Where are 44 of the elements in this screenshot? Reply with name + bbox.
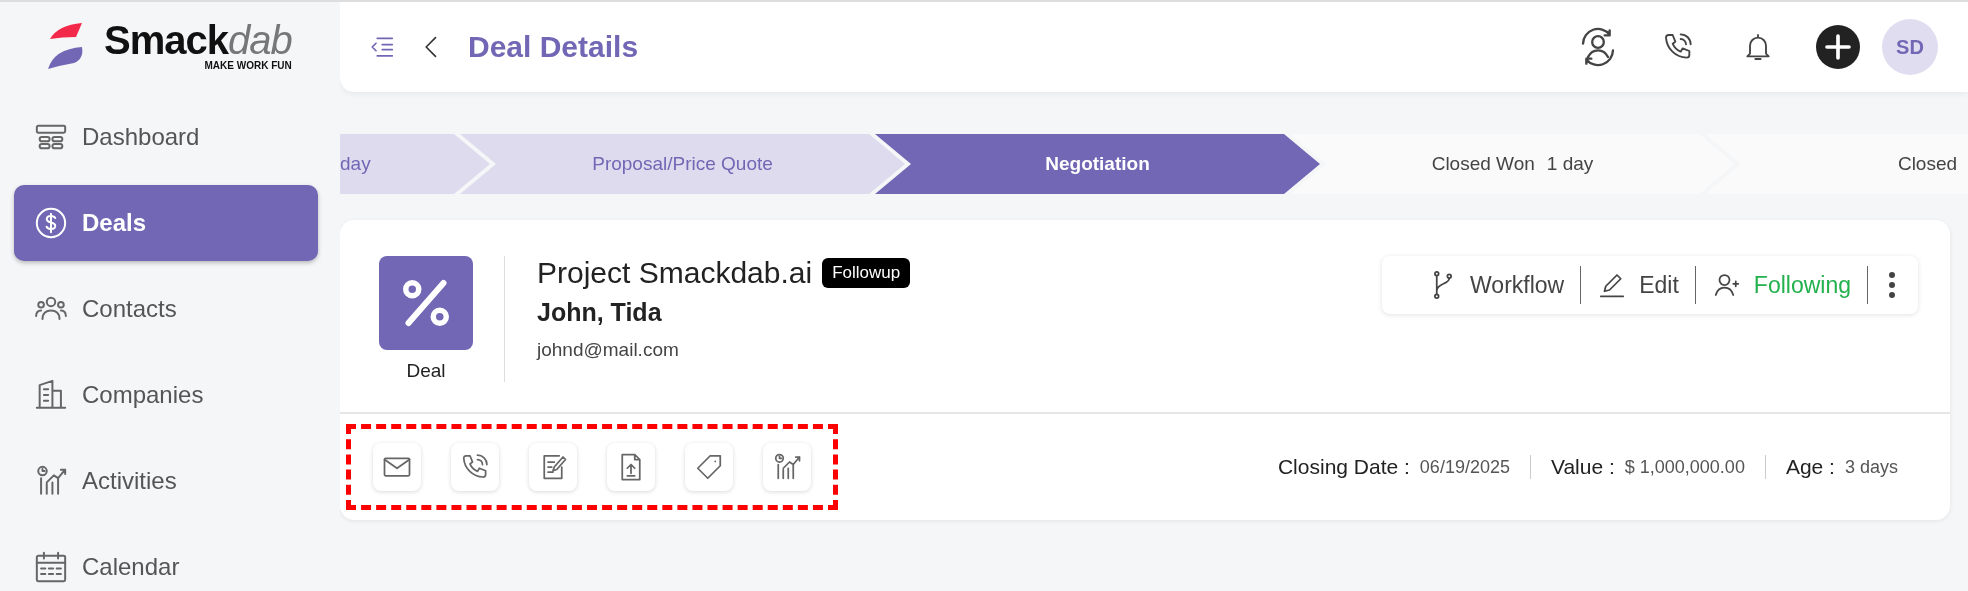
sidebar-item[interactable]: Companies [14, 357, 318, 433]
contact-email: johnd@mail.com [537, 339, 680, 361]
quick-action-button[interactable] [685, 443, 733, 491]
sidebar-item[interactable]: Calendar [14, 529, 318, 591]
pipeline-stage[interactable]: Proposal/Price Quote [460, 134, 905, 194]
pipeline-stage[interactable]: Negotiation [875, 134, 1320, 194]
deals-icon [34, 206, 68, 240]
sidebar-item[interactable]: Activities [14, 443, 318, 519]
status-tag: Followup [822, 258, 911, 288]
quick-action-button[interactable] [373, 443, 421, 491]
more-icon [1888, 271, 1896, 299]
tag-icon [694, 452, 724, 482]
record-type-label: Deal [406, 360, 446, 382]
calendar-icon [34, 550, 68, 584]
pipeline-stage[interactable]: Closed Won 1 day [1290, 134, 1735, 194]
fact-label: Closing Date : [1277, 455, 1410, 479]
contact-names: John, Tida [537, 298, 663, 327]
percent-icon [379, 256, 473, 350]
add-icon [1816, 25, 1860, 69]
activity-icon [772, 452, 802, 482]
page-title: Deal Details [468, 30, 640, 64]
fact-label: Age : [1785, 455, 1835, 479]
sidebar-item[interactable]: Dashboard [14, 99, 318, 175]
fact-value: 3 days [1844, 456, 1898, 478]
activities-icon [34, 464, 68, 498]
toolbar-button[interactable]: Workflow [1412, 266, 1582, 304]
user-avatar[interactable]: SD [1882, 19, 1938, 75]
toolbar-button[interactable]: Edit [1581, 266, 1696, 304]
sidebar-item[interactable]: Deals [14, 185, 318, 261]
companies-icon [34, 378, 68, 412]
header-button[interactable] [1816, 25, 1860, 69]
pipeline-stage[interactable]: day [340, 134, 490, 194]
quick-action-button[interactable] [763, 443, 811, 491]
deal-title: Project Smackdab.ai [537, 256, 813, 290]
fact-label: Value : [1550, 455, 1615, 479]
brand-tagline: MAKE WORK FUN [204, 60, 292, 71]
pipeline-stage[interactable]: Closed [1705, 134, 1968, 194]
quick-action-button[interactable] [607, 443, 655, 491]
quick-action-button[interactable] [529, 443, 577, 491]
quick-action-button[interactable] [451, 443, 499, 491]
fact-value: 06/19/2025 [1419, 456, 1510, 478]
sidebar-item[interactable]: Contacts [14, 271, 318, 347]
brand-name: Smackdab [104, 20, 292, 60]
fact-value: $ 1,000,000.00 [1624, 456, 1745, 478]
